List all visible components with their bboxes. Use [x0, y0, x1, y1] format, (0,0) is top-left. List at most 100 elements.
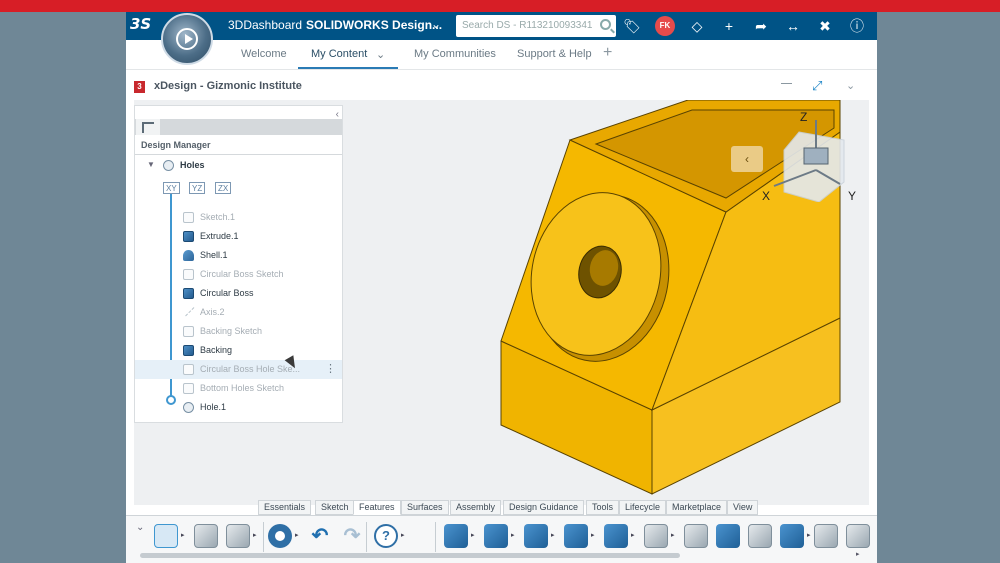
sketch-icon	[183, 212, 194, 223]
hole-tool-icon[interactable]	[684, 524, 708, 548]
compass-icon[interactable]	[161, 13, 213, 65]
horizontal-scrollbar[interactable]: ▸	[126, 551, 871, 560]
app-logo-icon: 3	[134, 81, 145, 93]
tree-root[interactable]: ▼ Holes	[135, 156, 342, 175]
view-back-button[interactable]: ‹	[731, 146, 763, 172]
redo-icon[interactable]: ↷	[340, 524, 364, 548]
tree-item[interactable]: Backing	[135, 341, 342, 360]
tree-view-icon[interactable]	[136, 119, 160, 135]
dropdown-icon[interactable]: ▸	[471, 531, 475, 539]
add-tab-icon[interactable]: +	[603, 44, 612, 62]
collapse-icon[interactable]: ⤢	[812, 78, 822, 94]
chevron-down-icon[interactable]: ⌄	[846, 79, 855, 92]
data-tool-icon[interactable]	[226, 524, 250, 548]
ribbon-tab-surfaces[interactable]: Surfaces	[401, 500, 449, 515]
minimize-icon[interactable]	[781, 83, 792, 84]
history-marker[interactable]	[166, 395, 176, 405]
settings-tool-icon[interactable]	[268, 524, 292, 548]
more-options-icon[interactable]: ⋮	[325, 362, 336, 375]
ribbon-tab-marketplace[interactable]: Marketplace	[666, 500, 728, 515]
avatar[interactable]: FK	[655, 16, 675, 36]
tab-my-content[interactable]: My Content	[311, 48, 367, 60]
loft-tool-icon[interactable]	[564, 524, 588, 548]
plane-yz-icon[interactable]: YZ	[189, 182, 206, 194]
ribbon-tab-assembly[interactable]: Assembly	[450, 500, 502, 515]
tree-item[interactable]: Extrude.1	[135, 227, 342, 246]
app-title[interactable]: 3DDashboard SOLIDWORKS Design...	[228, 18, 442, 32]
ribbon-tab-essentials[interactable]: Essentials	[258, 500, 312, 515]
panel-tabstrip	[135, 119, 342, 135]
dropdown-icon[interactable]: ▸	[253, 531, 257, 539]
dropdown-icon[interactable]: ▸	[511, 531, 515, 539]
tree-item-label: Extrude.1	[200, 231, 239, 241]
extrude-tool-icon[interactable]	[444, 524, 468, 548]
scrollbar-thumb[interactable]	[140, 553, 680, 558]
move-tool-icon[interactable]	[780, 524, 804, 548]
chevron-down-icon[interactable]: ⌄	[431, 17, 441, 31]
dropdown-icon[interactable]: ▸	[401, 531, 405, 539]
tree-item-label: Circular Boss Hole Ske...	[200, 364, 301, 374]
sketch-icon	[183, 326, 194, 337]
ds-logo-icon[interactable]: 3S	[130, 15, 156, 37]
tree-item-selected[interactable]: Circular Boss Hole Ske... ⋮	[135, 360, 342, 379]
sweep-tool-icon[interactable]	[524, 524, 548, 548]
separator	[263, 522, 264, 552]
plane-xy-icon[interactable]: XY	[163, 182, 180, 194]
dropdown-icon[interactable]: ▸	[551, 531, 555, 539]
tree-item[interactable]: Sketch.1	[135, 208, 342, 227]
revolve-tool-icon[interactable]	[484, 524, 508, 548]
help-icon[interactable]: ⓘ	[848, 17, 866, 35]
pattern-tool-icon[interactable]	[846, 524, 870, 548]
share-icon[interactable]: ➦	[752, 17, 770, 35]
mirror-tool-icon[interactable]	[814, 524, 838, 548]
widget-title: xDesign - Gizmonic Institute	[154, 80, 302, 92]
panel-title: Design Manager	[141, 140, 211, 150]
ribbon-tab-view[interactable]: View	[727, 500, 759, 515]
tree-item-label: Shell.1	[200, 250, 228, 260]
add-icon[interactable]: +	[720, 17, 738, 35]
dropdown-icon[interactable]: ▸	[591, 531, 595, 539]
axis-y-label: Y	[848, 189, 856, 202]
chevron-down-icon[interactable]: ⌄	[376, 48, 385, 61]
box-tool-icon[interactable]	[644, 524, 668, 548]
ribbon-tab-design-guidance[interactable]: Design Guidance	[503, 500, 585, 515]
tab-support-help[interactable]: Support & Help	[517, 48, 592, 60]
ribbon-tab-sketch[interactable]: Sketch	[315, 500, 355, 515]
tree-item[interactable]: Bottom Holes Sketch	[135, 379, 342, 398]
tab-welcome[interactable]: Welcome	[241, 48, 287, 60]
tree-item-label: Bottom Holes Sketch	[200, 383, 285, 393]
dropdown-icon[interactable]: ▸	[671, 531, 675, 539]
pull-tool-icon[interactable]	[604, 524, 628, 548]
plane-zx-icon[interactable]: ZX	[215, 182, 232, 194]
ribbon-tab-features[interactable]: Features	[353, 500, 401, 515]
search-input[interactable]: Search DS - R113210093341	[456, 15, 616, 37]
help-tool-icon[interactable]: ?	[374, 524, 398, 548]
sketch-tool-icon[interactable]	[154, 524, 178, 548]
dropdown-icon[interactable]: ▸	[181, 531, 185, 539]
tree-item-label: Backing Sketch	[200, 326, 263, 336]
scroll-right-icon[interactable]: ▸	[856, 550, 860, 558]
part-tool-icon[interactable]	[194, 524, 218, 548]
ribbon-tab-tools[interactable]: Tools	[586, 500, 620, 515]
tree-item[interactable]: Shell.1	[135, 246, 342, 265]
network-icon[interactable]: ↔	[784, 17, 802, 35]
dropdown-icon[interactable]: ▸	[295, 531, 299, 539]
tools-icon[interactable]: ✖	[816, 17, 834, 35]
ribbon-tab-lifecycle[interactable]: Lifecycle	[619, 500, 667, 515]
axis-icon	[181, 303, 195, 317]
tag-icon[interactable]: 🏷	[623, 17, 641, 35]
tab-my-communities[interactable]: My Communities	[414, 48, 496, 60]
undo-icon[interactable]: ↶	[308, 524, 332, 548]
tree-item[interactable]: Circular Boss Sketch	[135, 265, 342, 284]
tree-item[interactable]: Axis.2	[135, 303, 342, 322]
chevron-down-icon[interactable]: ⌄	[136, 522, 144, 533]
tree-item[interactable]: Circular Boss	[135, 284, 342, 303]
dropdown-icon[interactable]: ▸	[631, 531, 635, 539]
search-icon[interactable]	[600, 19, 611, 30]
chat-icon[interactable]: ◇	[688, 17, 706, 35]
chamfer-tool-icon[interactable]	[716, 524, 740, 548]
dropdown-icon[interactable]: ▸	[807, 531, 811, 539]
expand-icon[interactable]: ▼	[147, 160, 155, 169]
shell-tool-icon[interactable]	[748, 524, 772, 548]
tree-item[interactable]: Backing Sketch	[135, 322, 342, 341]
